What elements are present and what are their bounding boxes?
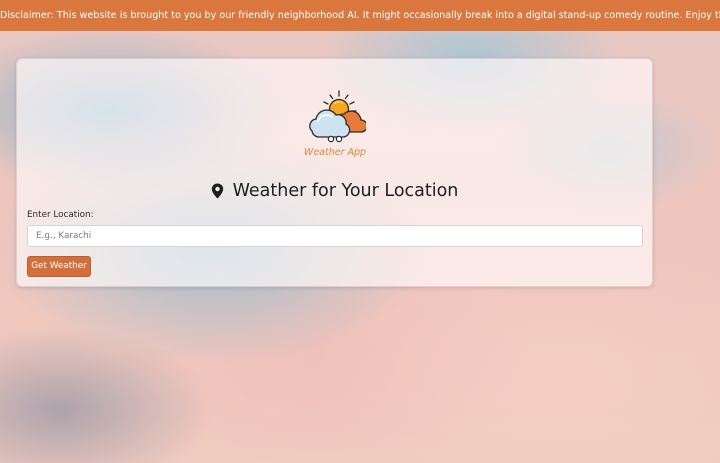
page-title: Weather for Your Location [17,181,652,201]
map-pin-icon [211,183,223,199]
weather-cloud-sun-icon [309,90,366,143]
page-title-text: Weather for Your Location [232,181,459,201]
weather-card: Weather App Weather for Your Location En… [16,58,653,287]
disclaimer-text: Disclaimer: This website is brought to y… [0,10,720,21]
disclaimer-banner: Disclaimer: This website is brought to y… [0,0,720,31]
logo-text: Weather App [303,147,367,158]
get-weather-button[interactable]: Get Weather [27,256,91,277]
location-input[interactable] [27,225,643,247]
location-label: Enter Location: [27,210,94,220]
